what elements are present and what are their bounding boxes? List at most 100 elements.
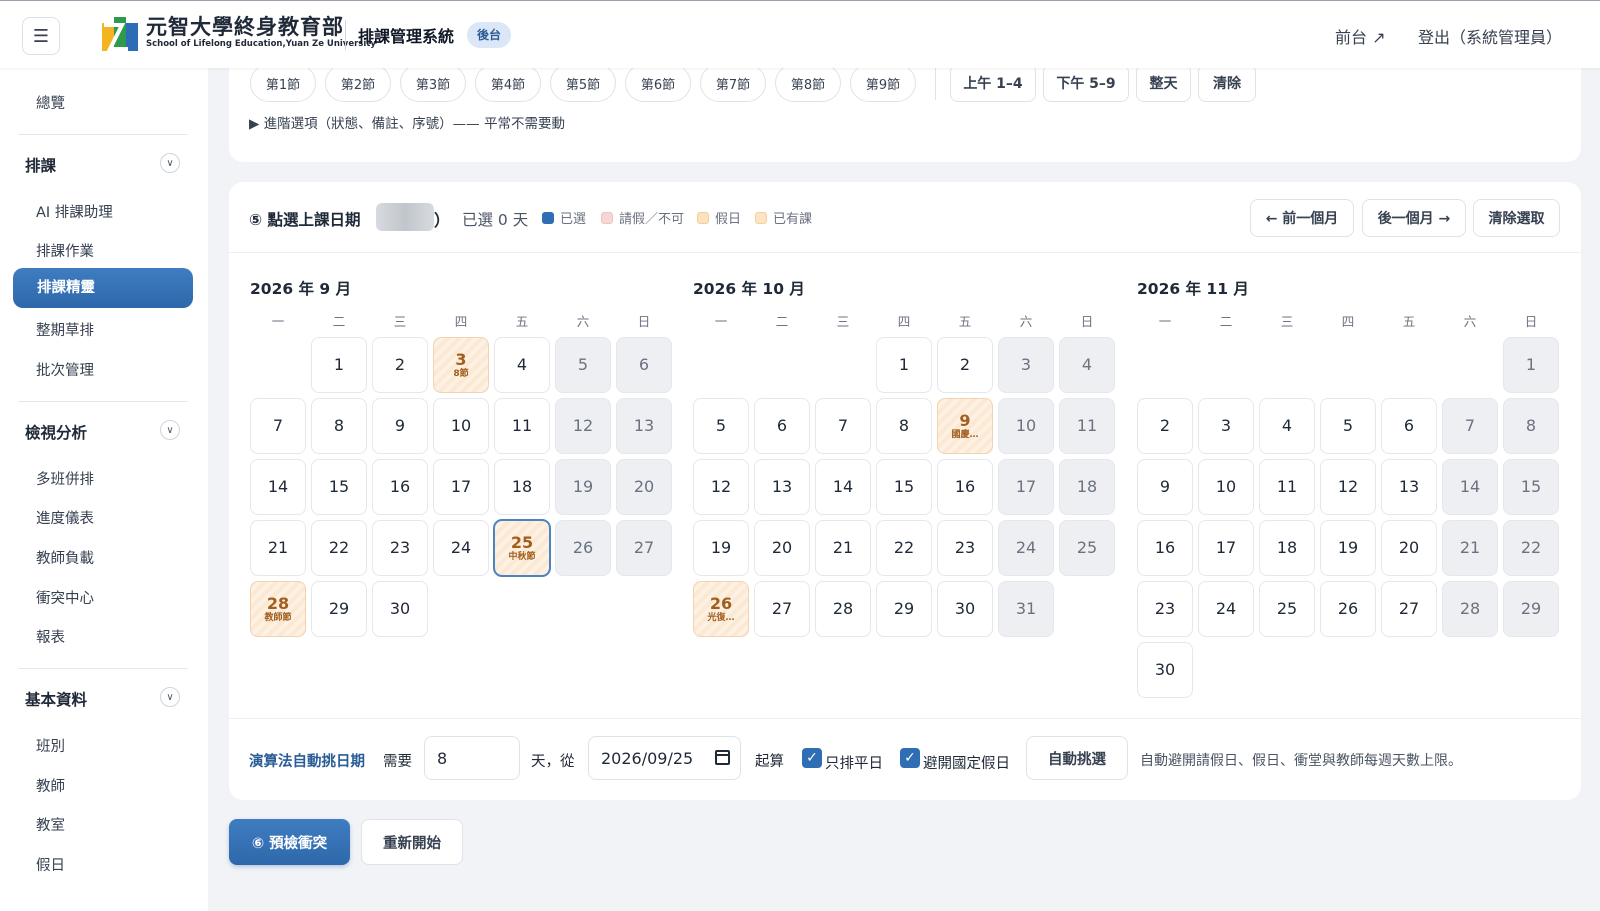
calendar-day[interactable]: 10 xyxy=(433,398,489,454)
calendar-day[interactable]: 29 xyxy=(311,581,367,637)
calendar-day[interactable]: 22 xyxy=(311,520,367,576)
period-button-2[interactable]: 第2節 xyxy=(325,64,391,102)
calendar-day[interactable]: 10 xyxy=(1198,459,1254,515)
calendar-day[interactable]: 7 xyxy=(815,398,871,454)
sidebar-item-classrooms[interactable]: 教室 xyxy=(36,814,65,835)
calendar-day[interactable]: 6 xyxy=(754,398,810,454)
calendar-day[interactable]: 19 xyxy=(555,459,611,515)
calendar-day[interactable]: 18 xyxy=(1259,520,1315,576)
calendar-day[interactable]: 11 xyxy=(1059,398,1115,454)
calendar-day[interactable]: 17 xyxy=(1198,520,1254,576)
calendar-day[interactable]: 20 xyxy=(1381,520,1437,576)
calendar-day[interactable]: 22 xyxy=(876,520,932,576)
calendar-day[interactable]: 28 xyxy=(815,581,871,637)
sidebar-item-multi-class[interactable]: 多班併排 xyxy=(36,468,94,489)
calendar-day[interactable]: 27 xyxy=(616,520,672,576)
calendar-day[interactable]: 25 中秋節 xyxy=(493,519,551,577)
advanced-options-toggle[interactable]: ▶ 進階選項（狀態、備註、序號）—— 平常不需要動 xyxy=(249,112,565,132)
calendar-day[interactable]: 1 xyxy=(1503,337,1559,393)
calendar-day[interactable]: 23 xyxy=(1137,581,1193,637)
calendar-day[interactable]: 25 xyxy=(1059,520,1115,576)
calendar-day[interactable]: 9 xyxy=(1137,459,1193,515)
calendar-day[interactable]: 29 xyxy=(1503,581,1559,637)
calendar-day[interactable]: 28 教師節 xyxy=(250,581,306,637)
calendar-day[interactable]: 17 xyxy=(433,459,489,515)
chevron-down-icon[interactable]: ∨ xyxy=(160,420,180,440)
sidebar-item-holidays[interactable]: 假日 xyxy=(36,854,65,875)
calendar-day[interactable]: 26 xyxy=(555,520,611,576)
logout-link[interactable]: 登出（系統管理員） xyxy=(1418,24,1562,48)
calendar-day[interactable]: 12 xyxy=(555,398,611,454)
calendar-day[interactable]: 30 xyxy=(372,581,428,637)
calendar-day[interactable]: 13 xyxy=(616,398,672,454)
start-date-input[interactable]: 2026/09/25 xyxy=(588,736,741,780)
calendar-day[interactable]: 17 xyxy=(998,459,1054,515)
calendar-day[interactable]: 27 xyxy=(1381,581,1437,637)
period-button-4[interactable]: 第4節 xyxy=(475,64,541,102)
calendar-day[interactable]: 8 xyxy=(876,398,932,454)
calendar-day[interactable]: 1 xyxy=(876,337,932,393)
calendar-day[interactable]: 19 xyxy=(1320,520,1376,576)
calendar-day[interactable]: 18 xyxy=(1059,459,1115,515)
calendar-day[interactable]: 31 xyxy=(998,581,1054,637)
calendar-day[interactable]: 3 8節 xyxy=(433,337,489,393)
period-button-6[interactable]: 第6節 xyxy=(625,64,691,102)
calendar-day[interactable]: 23 xyxy=(372,520,428,576)
calendar-day[interactable]: 6 xyxy=(1381,398,1437,454)
sidebar-group-basic-data[interactable]: 基本資料 xyxy=(25,688,87,710)
frontend-link[interactable]: 前台 ↗ xyxy=(1335,24,1386,48)
period-button-5[interactable]: 第5節 xyxy=(550,64,616,102)
calendar-day[interactable]: 22 xyxy=(1503,520,1559,576)
calendar-day[interactable]: 2 xyxy=(372,337,428,393)
calendar-day[interactable]: 25 xyxy=(1259,581,1315,637)
sidebar-item-ai-assistant[interactable]: AI 排課助理 xyxy=(36,201,113,222)
calendar-day[interactable]: 4 xyxy=(1059,337,1115,393)
calendar-day[interactable]: 14 xyxy=(250,459,306,515)
chevron-down-icon[interactable]: ∨ xyxy=(160,153,180,173)
calendar-day[interactable]: 7 xyxy=(1442,398,1498,454)
calendar-day[interactable]: 23 xyxy=(937,520,993,576)
menu-icon[interactable]: ☰ xyxy=(22,17,60,55)
restart-button[interactable]: 重新開始 xyxy=(361,819,463,865)
calendar-day[interactable]: 4 xyxy=(1259,398,1315,454)
prev-month-button[interactable]: ← 前一個月 xyxy=(1250,199,1354,237)
calendar-day[interactable]: 4 xyxy=(494,337,550,393)
calendar-day[interactable]: 2 xyxy=(1137,398,1193,454)
calendar-day[interactable]: 13 xyxy=(754,459,810,515)
sidebar-item-teachers[interactable]: 教師 xyxy=(36,775,65,796)
calendar-day[interactable]: 3 xyxy=(1198,398,1254,454)
days-count-input[interactable]: 8 xyxy=(424,736,520,780)
calendar-day[interactable]: 30 xyxy=(1137,642,1193,698)
calendar-day[interactable]: 8 xyxy=(311,398,367,454)
calendar-day[interactable]: 12 xyxy=(1320,459,1376,515)
calendar-day[interactable]: 29 xyxy=(876,581,932,637)
calendar-day[interactable]: 12 xyxy=(693,459,749,515)
calendar-day[interactable]: 11 xyxy=(1259,459,1315,515)
sidebar-item-scheduling-work[interactable]: 排課作業 xyxy=(36,240,94,261)
sidebar-item-term-draft[interactable]: 整期草排 xyxy=(36,319,94,340)
calendar-day[interactable]: 10 xyxy=(998,398,1054,454)
period-button-8[interactable]: 第8節 xyxy=(775,64,841,102)
calendar-day[interactable]: 21 xyxy=(1442,520,1498,576)
next-month-button[interactable]: 後一個月 → xyxy=(1362,199,1466,237)
sidebar-item-overview[interactable]: 總覽 xyxy=(36,92,65,113)
weekday-only-checkbox[interactable]: ✓ xyxy=(802,748,822,768)
afternoon-range-button[interactable]: 下午 5–9 xyxy=(1043,64,1129,102)
calendar-day[interactable]: 26 光復… xyxy=(693,581,749,637)
sidebar-group-scheduling[interactable]: 排課 xyxy=(25,154,56,176)
calendar-day[interactable]: 5 xyxy=(555,337,611,393)
calendar-day[interactable]: 21 xyxy=(815,520,871,576)
calendar-day[interactable]: 5 xyxy=(1320,398,1376,454)
calendar-day[interactable]: 20 xyxy=(616,459,672,515)
sidebar-group-analysis[interactable]: 檢視分析 xyxy=(25,421,87,443)
chevron-down-icon[interactable]: ∨ xyxy=(160,687,180,707)
period-button-7[interactable]: 第7節 xyxy=(700,64,766,102)
clear-selection-button[interactable]: 清除選取 xyxy=(1473,199,1560,237)
period-button-1[interactable]: 第1節 xyxy=(250,64,316,102)
calendar-day[interactable]: 9 xyxy=(372,398,428,454)
calendar-day[interactable]: 27 xyxy=(754,581,810,637)
calendar-day[interactable]: 26 xyxy=(1320,581,1376,637)
calendar-day[interactable]: 16 xyxy=(372,459,428,515)
calendar-day[interactable]: 18 xyxy=(494,459,550,515)
calendar-day[interactable]: 1 xyxy=(311,337,367,393)
